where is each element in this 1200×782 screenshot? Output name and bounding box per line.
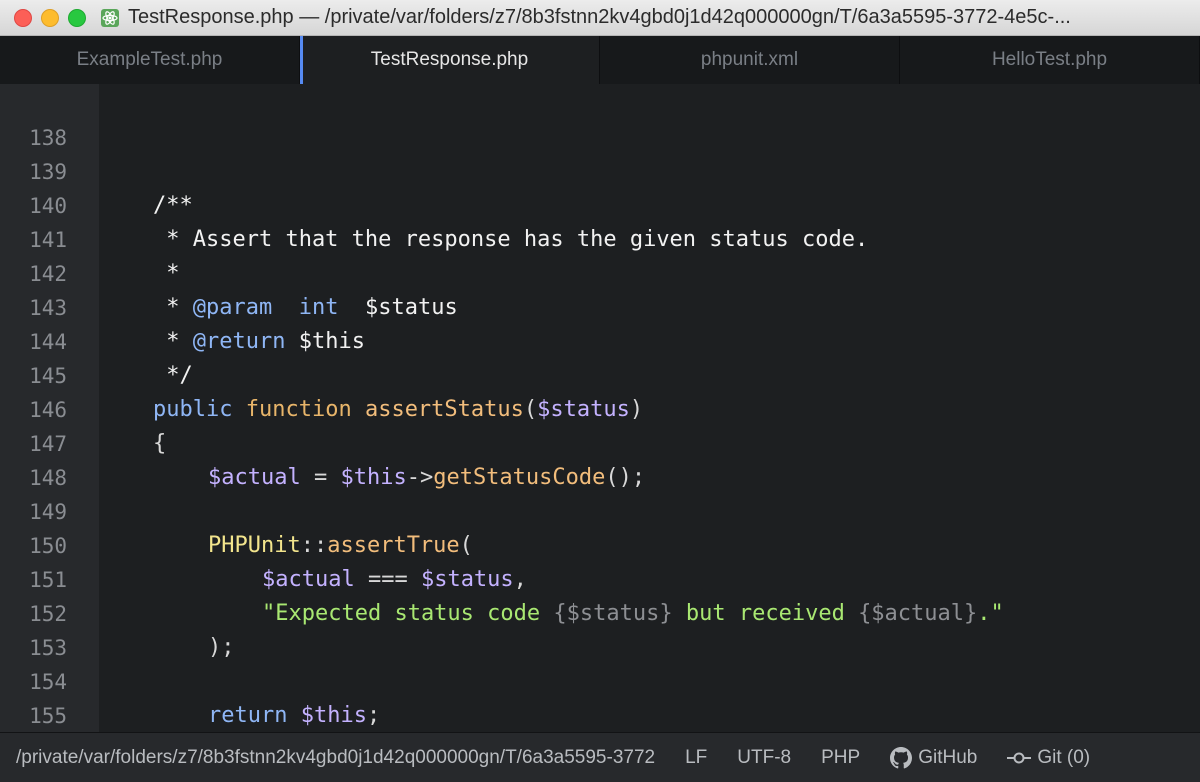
window-title: TestResponse.php — /private/var/folders/… <box>128 6 1071 28</box>
code-line: 147 $actual = $this->getStatusCode(); <box>0 393 1200 490</box>
zoom-window-button[interactable] <box>68 8 86 27</box>
close-window-button[interactable] <box>14 8 32 27</box>
atom-icon <box>100 8 120 28</box>
editor-window: TestResponse.php — /private/var/folders/… <box>0 0 1200 782</box>
github-icon <box>890 746 913 768</box>
tab-exampletest[interactable]: ExampleTest.php <box>0 36 300 84</box>
git-panel-toggle[interactable]: Git (0) <box>1007 747 1090 769</box>
code-line: 155 } <box>0 665 1200 728</box>
git-commit-icon <box>1007 752 1032 763</box>
code-line: 150 $actual === $status, <box>0 495 1200 592</box>
code-line: 139 /** <box>0 121 1200 218</box>
tab-phpunit-xml[interactable]: phpunit.xml <box>600 36 900 84</box>
code-line: 153 <box>0 597 1200 660</box>
code-editor[interactable]: 138 139 /** 140 * Assert that the respon… <box>0 84 1200 732</box>
code-line: 142 * @param int $status <box>0 223 1200 320</box>
code-line: 149 PHPUnit::assertTrue( <box>0 461 1200 558</box>
tab-bar: ExampleTest.php TestResponse.php phpunit… <box>0 36 1200 84</box>
code-line: 145 public function assertStatus($status… <box>0 325 1200 422</box>
status-bar: /private/var/folders/z7/8b3fstnn2kv4gbd0… <box>0 732 1200 782</box>
code-line: 156 <box>0 699 1200 732</box>
code-line: 151 "Expected status code {$status} but … <box>0 529 1200 626</box>
code-line: 148 <box>0 427 1200 490</box>
code-line: 154 return $this; <box>0 631 1200 728</box>
title-bar: TestResponse.php — /private/var/folders/… <box>0 0 1200 36</box>
code-line: 140 * Assert that the response has the g… <box>0 155 1200 252</box>
github-panel-toggle[interactable]: GitHub <box>890 746 978 769</box>
encoding-selector[interactable]: UTF-8 <box>737 747 791 769</box>
git-label: Git (0) <box>1037 746 1091 768</box>
tab-testresponse[interactable]: TestResponse.php <box>300 36 600 84</box>
code-line: 143 * @return $this <box>0 257 1200 354</box>
window-controls <box>14 8 86 27</box>
code-line: 146 { <box>0 359 1200 456</box>
code-line: 144 */ <box>0 291 1200 388</box>
code-line: 141 * <box>0 189 1200 286</box>
github-label: GitHub <box>918 746 978 768</box>
code-line: 152 ); <box>0 563 1200 660</box>
file-path[interactable]: /private/var/folders/z7/8b3fstnn2kv4gbd0… <box>16 747 655 769</box>
line-ending-selector[interactable]: LF <box>685 747 707 769</box>
tab-hellotest[interactable]: HelloTest.php <box>900 36 1200 84</box>
grammar-selector[interactable]: PHP <box>821 747 860 769</box>
minimize-window-button[interactable] <box>41 8 59 27</box>
code-line: 138 <box>0 87 1200 150</box>
